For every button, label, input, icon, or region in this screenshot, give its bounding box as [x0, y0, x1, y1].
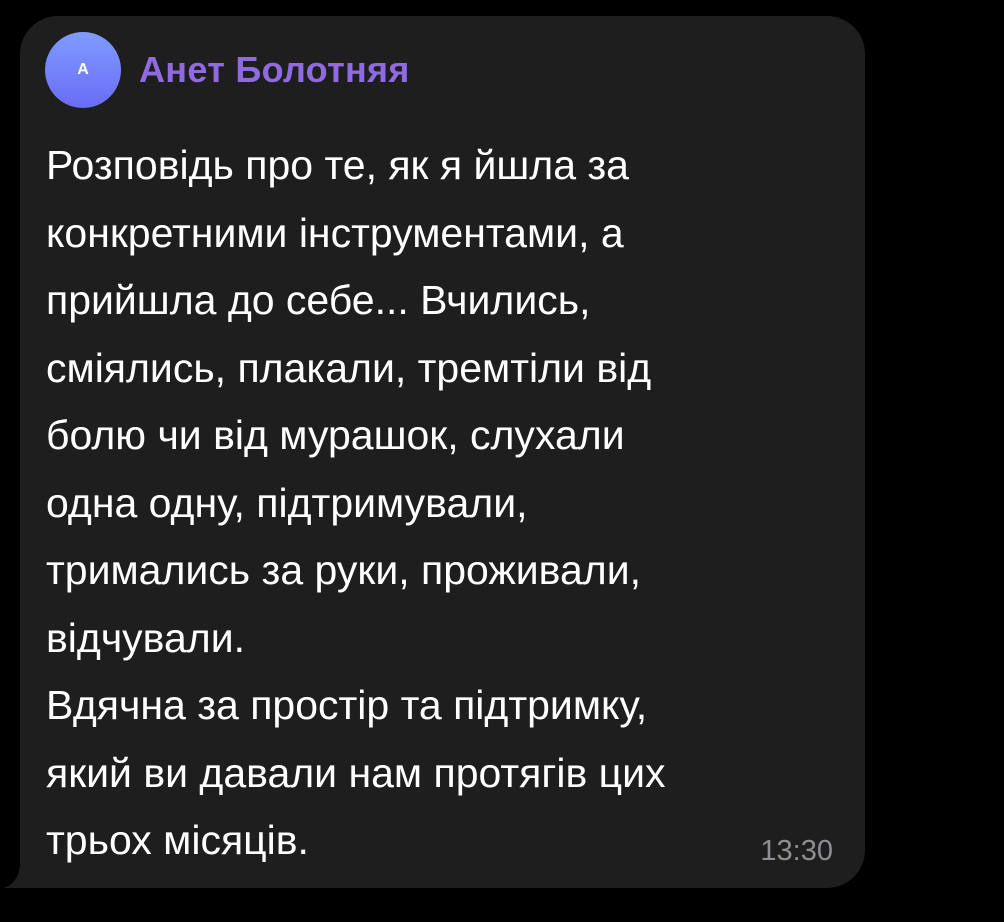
- sender-name[interactable]: Анет Болотняя: [139, 49, 410, 91]
- avatar-initial: A: [77, 61, 89, 78]
- message-time: 13:30: [760, 835, 833, 867]
- message-header: A Анет Болотняя: [45, 32, 410, 108]
- message-bubble[interactable]: A Анет Болотняя Розповідь про те, як я й…: [20, 16, 865, 888]
- avatar[interactable]: A: [45, 32, 121, 108]
- message-text: Розповідь про те, як я йшла за конкретни…: [46, 142, 666, 863]
